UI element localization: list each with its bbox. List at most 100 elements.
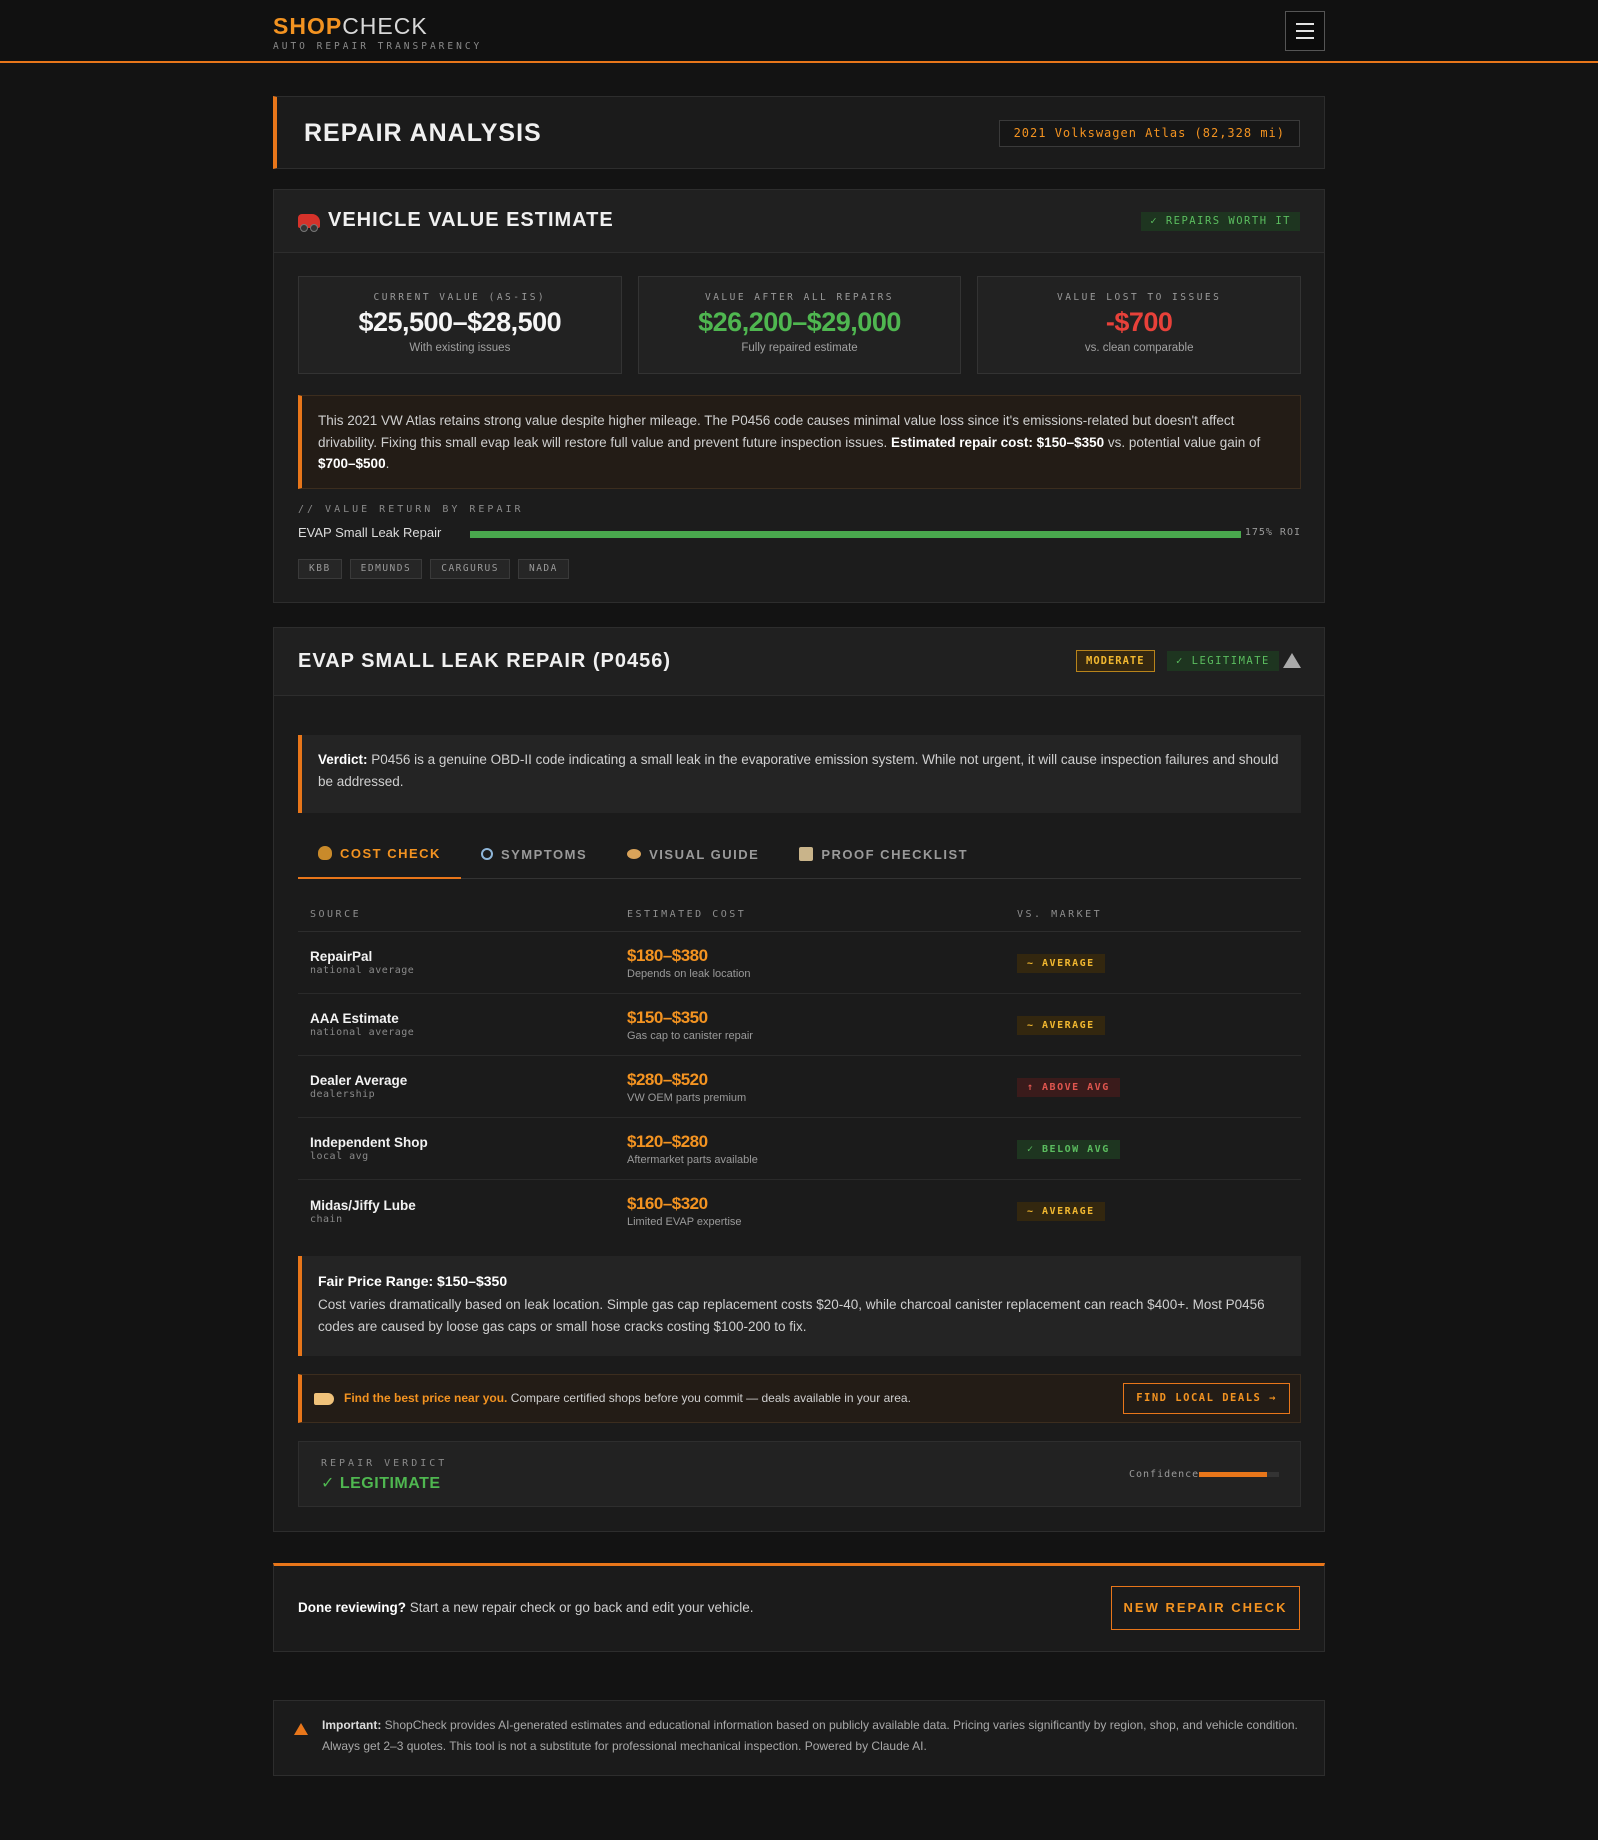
- source-type: national average: [310, 965, 415, 976]
- top-navbar: SHOPCHECK AUTO REPAIR TRANSPARENCY: [0, 0, 1598, 63]
- repair-verdict-box: REPAIR VERDICT ✓ LEGITIMATE Confidence: [298, 1441, 1301, 1507]
- cost-value: $120–$280: [627, 1131, 708, 1151]
- hamburger-menu-icon[interactable]: [1285, 11, 1325, 51]
- confidence-label: Confidence: [1129, 1469, 1200, 1480]
- done-bold: Done reviewing?: [298, 1600, 407, 1615]
- source-name: Midas/Jiffy Lube: [310, 1197, 416, 1213]
- page-title: REPAIR ANALYSIS: [304, 119, 542, 147]
- eye-icon: [627, 849, 642, 859]
- source-tag-edmunds: EDMUNDS: [349, 559, 423, 579]
- value-return-row: EVAP Small Leak Repair 175% ROI: [298, 525, 1301, 543]
- fair-price-text: Cost varies dramatically based on leak l…: [318, 1297, 1265, 1334]
- cost-note: Depends on leak location: [627, 967, 751, 980]
- repair-title: EVAP SMALL LEAK REPAIR (P0456): [298, 650, 672, 672]
- tab-cost-check[interactable]: COST CHECK: [298, 829, 461, 879]
- source-name: Dealer Average: [310, 1073, 408, 1088]
- verdict-label: Verdict:: [318, 752, 368, 767]
- market-badge: ✓ BELOW AVG: [1017, 1139, 1120, 1159]
- money-bag-icon: [318, 846, 332, 860]
- table-header: SOURCE ESTIMATED COST VS. MARKET: [298, 898, 1301, 932]
- source-tag-kbb: KBB: [298, 559, 342, 579]
- deals-headline: Find the best price near you.: [344, 1391, 508, 1405]
- market-badge: ↑ ABOVE AVG: [1017, 1077, 1120, 1097]
- vehicle-badge: 2021 Volkswagen Atlas (82,328 mi): [998, 120, 1300, 147]
- new-repair-check-button[interactable]: NEW REPAIR CHECK: [1111, 1586, 1300, 1630]
- market-badge: ~ AVERAGE: [1017, 1015, 1105, 1035]
- done-text: Start a new repair check or go back and …: [409, 1600, 754, 1615]
- cost-table: SOURCE ESTIMATED COST VS. MARKET RepairP…: [298, 898, 1301, 1242]
- repair-card: EVAP SMALL LEAK REPAIR (P0456) MODERATE …: [273, 627, 1325, 1532]
- source-name: Independent Shop: [310, 1135, 428, 1150]
- value-card-value: $26,200–$29,000: [698, 307, 901, 337]
- local-deals-banner: Find the best price near you. Compare ce…: [298, 1374, 1301, 1423]
- market-badge: ~ AVERAGE: [1017, 953, 1105, 973]
- value-note: This 2021 VW Atlas retains strong value …: [298, 395, 1301, 489]
- cost-note: Limited EVAP expertise: [627, 1216, 742, 1228]
- tab-visual-guide[interactable]: VISUAL GUIDE: [607, 829, 779, 879]
- tab-label: SYMPTOMS: [500, 846, 588, 862]
- cost-note: VW OEM parts premium: [627, 1091, 747, 1104]
- verdict-text: P0456 is a genuine OBD-II code indicatin…: [318, 752, 1279, 789]
- done-reviewing-card: Done reviewing? Start a new repair check…: [273, 1563, 1325, 1652]
- price-tag-icon: [314, 1393, 334, 1405]
- legitimate-badge: ✓ LEGITIMATE: [1167, 651, 1279, 671]
- value-card-value: $25,500–$28,500: [358, 307, 562, 337]
- vehicle-value-card: VEHICLE VALUE ESTIMATE ✓ REPAIRS WORTH I…: [273, 189, 1325, 603]
- car-icon: [298, 213, 320, 232]
- value-note-repair-cost: Estimated repair cost: $150–$350: [891, 434, 1105, 450]
- column-header-market: VS. MARKET: [1017, 909, 1103, 920]
- confidence-bar: [1199, 1472, 1279, 1477]
- tab-label: COST CHECK: [340, 845, 441, 861]
- repair-analysis-header: REPAIR ANALYSIS 2021 Volkswagen Atlas (8…: [273, 96, 1325, 169]
- value-return-roi: 175% ROI: [1244, 527, 1301, 538]
- cost-value: $180–$380: [627, 945, 708, 965]
- tab-proof-checklist[interactable]: PROOF CHECKLIST: [779, 829, 988, 879]
- disclaimer-bold: Important:: [322, 1718, 382, 1732]
- source-name: RepairPal: [310, 949, 373, 964]
- source-tags: KBB EDMUNDS CARGURUS NADA: [298, 559, 569, 579]
- source-name: AAA Estimate: [310, 1011, 399, 1026]
- value-card-sub: With existing issues: [409, 342, 511, 354]
- value-card-lost: VALUE LOST TO ISSUES -$700 vs. clean com…: [977, 276, 1302, 374]
- verdict-box: Verdict: P0456 is a genuine OBD-II code …: [298, 735, 1301, 813]
- find-local-deals-button[interactable]: FIND LOCAL DEALS →: [1123, 1383, 1290, 1414]
- value-note-gain: $700–$500: [318, 456, 386, 471]
- table-row: Dealer Average dealership $280–$520 VW OEM…: [298, 1056, 1301, 1118]
- market-badge: ~ AVERAGE: [1017, 1202, 1105, 1221]
- fair-price-title: Fair Price Range: $150–$350: [318, 1273, 508, 1289]
- fair-price-box: Fair Price Range: $150–$350 Cost varies …: [298, 1256, 1301, 1356]
- clipboard-icon: [799, 847, 814, 861]
- repairs-worth-badge: ✓ REPAIRS WORTH IT: [1141, 212, 1300, 231]
- value-card-sub: Fully repaired estimate: [741, 342, 858, 354]
- vehicle-value-header: VEHICLE VALUE ESTIMATE ✓ REPAIRS WORTH I…: [274, 190, 1324, 253]
- logo[interactable]: SHOPCHECK AUTO REPAIR TRANSPARENCY: [273, 14, 482, 52]
- value-card-value: -$700: [1105, 307, 1173, 337]
- value-card-label: VALUE LOST TO ISSUES: [1056, 292, 1222, 303]
- source-tag-cargurus: CARGURUS: [430, 559, 510, 579]
- repair-verdict-value: ✓ LEGITIMATE: [321, 1475, 441, 1492]
- cost-note: Aftermarket parts available: [627, 1153, 758, 1166]
- table-row: RepairPal national average $180–$380 Depen…: [298, 932, 1301, 994]
- collapse-icon[interactable]: [1283, 653, 1301, 668]
- value-card-label: CURRENT VALUE (AS-IS): [373, 292, 547, 303]
- value-note-mid: vs. potential value gain of: [1107, 434, 1261, 450]
- disclaimer-text: ShopCheck provides AI-generated estimate…: [322, 1718, 1298, 1753]
- column-header-cost: ESTIMATED COST: [627, 909, 747, 920]
- repair-tabs: COST CHECK SYMPTOMS VISUAL GUIDE PROOF C…: [298, 829, 1301, 879]
- table-row: Independent Shop local avg $120–$280 After…: [298, 1118, 1301, 1180]
- value-card-repaired: VALUE AFTER ALL REPAIRS $26,200–$29,000 …: [637, 276, 962, 374]
- repair-card-header[interactable]: EVAP SMALL LEAK REPAIR (P0456) MODERATE …: [274, 628, 1324, 696]
- warning-icon: [294, 1723, 308, 1735]
- cost-value: $280–$520: [627, 1069, 708, 1089]
- cost-value: $150–$350: [627, 1007, 708, 1027]
- tab-symptoms[interactable]: SYMPTOMS: [461, 829, 607, 879]
- value-card-label: VALUE AFTER ALL REPAIRS: [704, 292, 895, 303]
- tab-label: PROOF CHECKLIST: [821, 846, 969, 862]
- logo-check: CHECK: [342, 13, 428, 39]
- source-type: dealership: [310, 1089, 376, 1100]
- source-type: chain: [310, 1213, 343, 1225]
- repair-verdict-label: REPAIR VERDICT: [321, 1458, 448, 1469]
- column-header-source: SOURCE: [310, 909, 362, 920]
- magnifier-icon: [480, 848, 493, 860]
- table-row: AAA Estimate national average $150–$350 Ga…: [298, 994, 1301, 1056]
